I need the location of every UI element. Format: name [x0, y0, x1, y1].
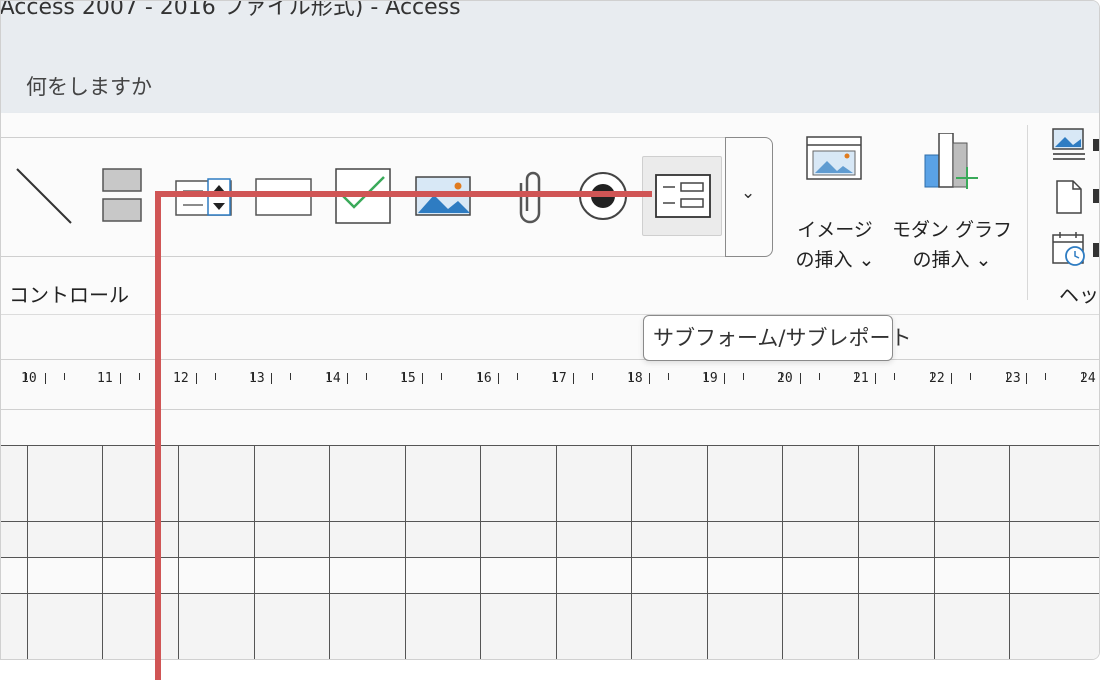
callout-pointer [155, 191, 652, 680]
